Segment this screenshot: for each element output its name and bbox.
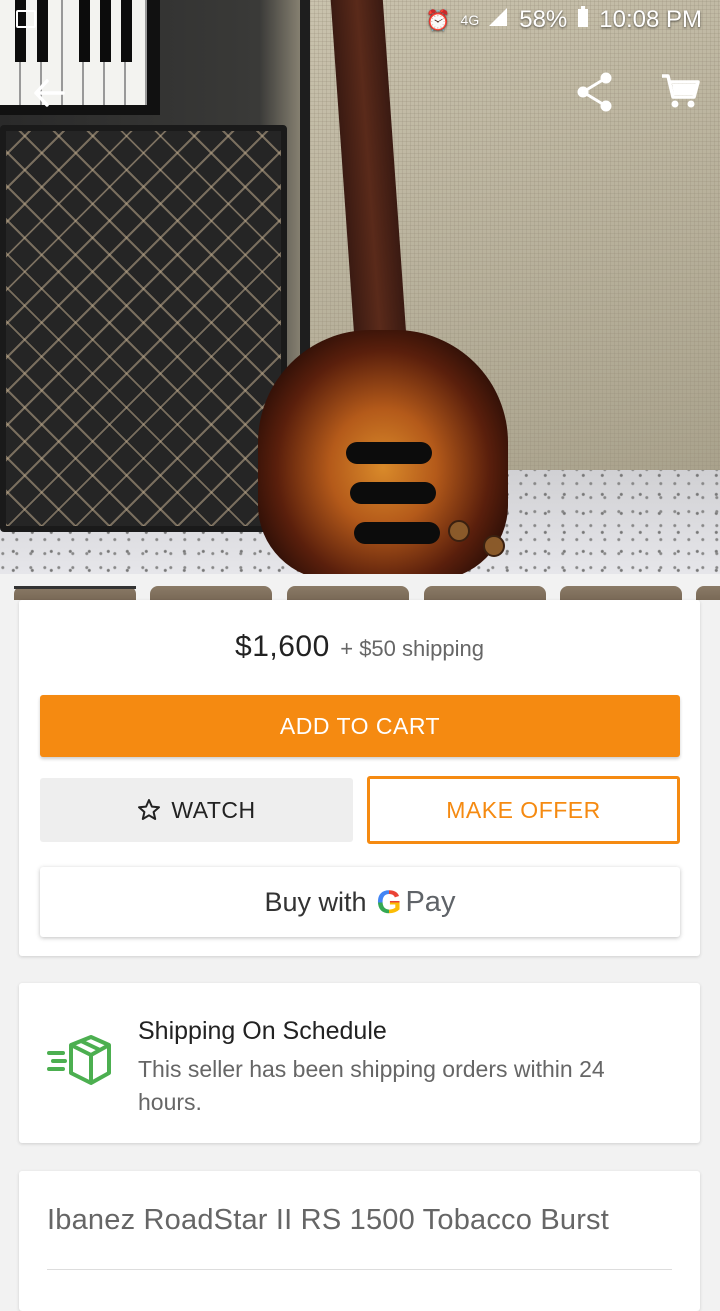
- shipping-description: This seller has been shipping orders wit…: [138, 1056, 605, 1115]
- divider: [47, 1269, 672, 1270]
- cart-button[interactable]: [658, 70, 702, 112]
- arrow-left-icon: [34, 79, 65, 107]
- fast-shipping-box-icon: [47, 1035, 111, 1085]
- photo-guitar-body: [258, 330, 508, 574]
- watch-button[interactable]: WATCH: [40, 778, 353, 842]
- thumbnail-item[interactable]: [14, 586, 136, 600]
- thumbnail-item[interactable]: [424, 586, 546, 600]
- google-pay-button[interactable]: Buy with G Pay: [40, 867, 680, 937]
- thumbnail-item[interactable]: [150, 586, 272, 600]
- shipping-info-card: Shipping On Schedule This seller has bee…: [19, 983, 700, 1143]
- network-type: 4G: [460, 12, 480, 28]
- shipping-cost: + $50 shipping: [340, 636, 484, 661]
- make-offer-button[interactable]: MAKE OFFER: [367, 776, 680, 844]
- share-button[interactable]: [574, 70, 616, 114]
- buy-with-label: Buy with: [264, 886, 367, 917]
- gallery-notification-icon: [16, 10, 36, 28]
- thumbnail-strip[interactable]: [0, 586, 720, 600]
- purchase-card: $1,600 + $50 shipping ADD TO CART WATCH …: [19, 600, 700, 956]
- google-g-icon: G: [376, 883, 402, 920]
- price-row: $1,600 + $50 shipping: [19, 630, 700, 664]
- price: $1,600: [235, 630, 330, 663]
- status-bar: ⏰ 4G 58% 10:08 PM: [0, 0, 720, 40]
- watch-label: WATCH: [171, 796, 256, 823]
- listing-title-card: Ibanez RoadStar II RS 1500 Tobacco Burst: [19, 1171, 700, 1311]
- share-icon: [577, 72, 612, 112]
- photo-amp-left: [0, 125, 287, 532]
- thumbnail-item[interactable]: [560, 586, 682, 600]
- clock: 10:08 PM: [599, 6, 702, 33]
- thumbnail-item[interactable]: [696, 586, 720, 600]
- alarm-icon: ⏰: [425, 9, 451, 32]
- thumbnail-item[interactable]: [287, 586, 409, 600]
- add-to-cart-button[interactable]: ADD TO CART: [40, 695, 680, 757]
- battery-percent: 58%: [519, 6, 568, 33]
- listing-title: Ibanez RoadStar II RS 1500 Tobacco Burst: [47, 1204, 610, 1236]
- signal-icon: [489, 8, 509, 32]
- star-outline-icon: [138, 799, 161, 820]
- back-button[interactable]: [28, 72, 70, 114]
- cart-icon: [662, 74, 700, 108]
- battery-icon: [577, 5, 589, 35]
- pay-label: Pay: [405, 885, 456, 918]
- shipping-title: Shipping On Schedule: [138, 1017, 387, 1045]
